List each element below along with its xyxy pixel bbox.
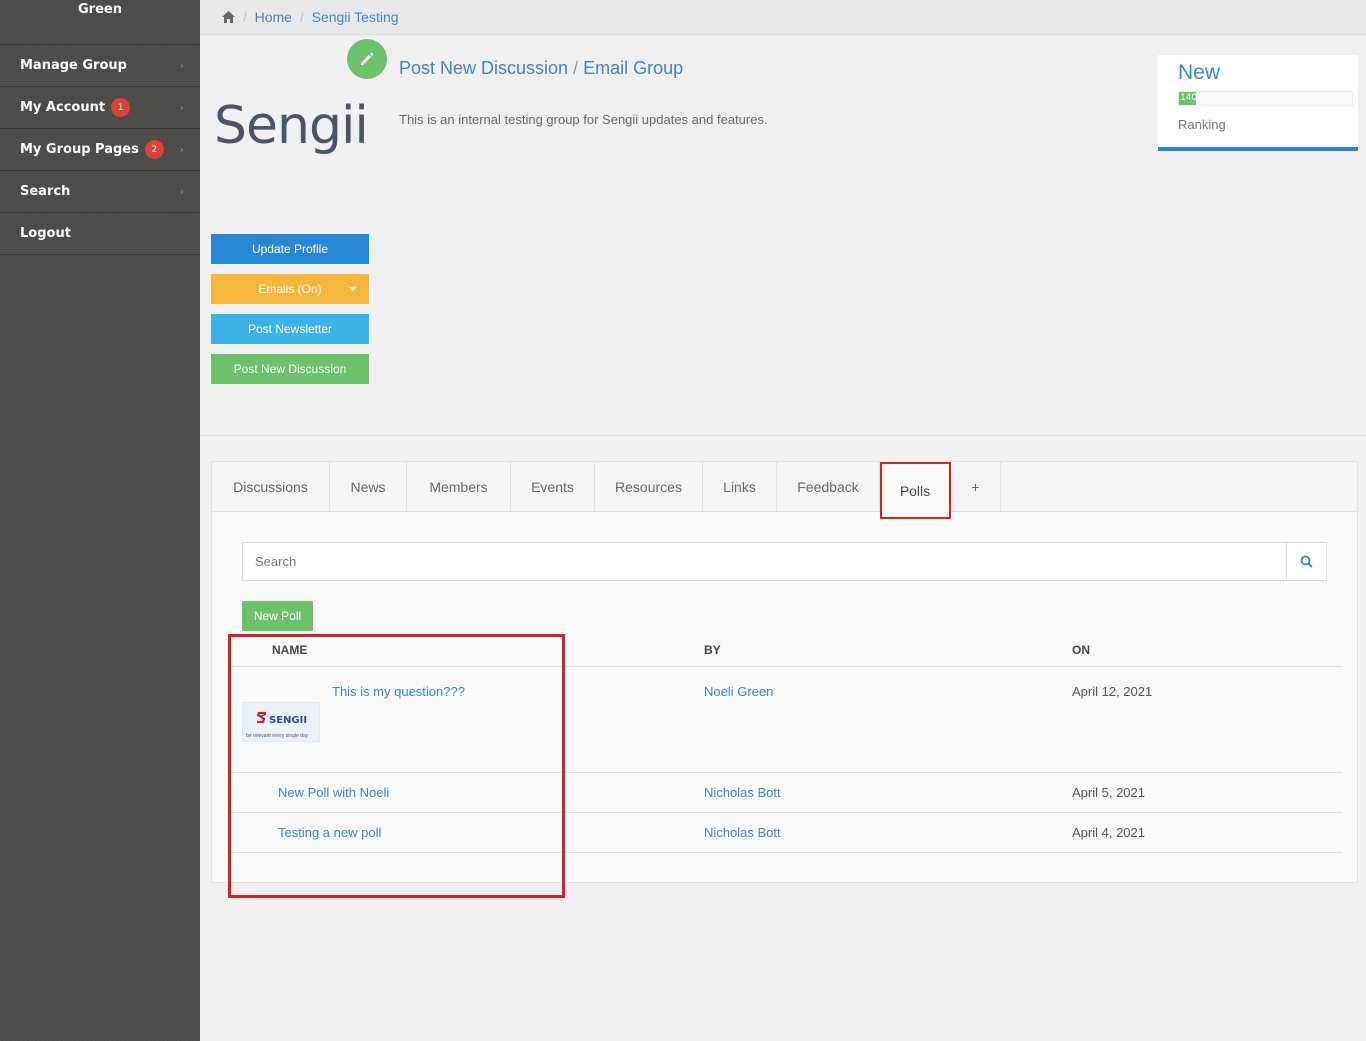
poll-name-link[interactable]: Testing a new poll xyxy=(278,825,381,840)
table-row: New Poll with Noeli Nicholas Bott April … xyxy=(231,772,1342,813)
search-icon xyxy=(1300,555,1313,568)
table-header-row: NAME BY ON xyxy=(231,634,1342,667)
poll-author-link[interactable]: Nicholas Bott xyxy=(704,825,781,840)
poll-date: April 4, 2021 xyxy=(1072,812,1342,853)
tab-polls[interactable]: Polls xyxy=(880,462,951,519)
tab-members[interactable]: Members xyxy=(407,462,511,512)
breadcrumb-current-link[interactable]: Sengii Testing xyxy=(312,9,399,25)
post-discussion-link[interactable]: Post New Discussion xyxy=(399,58,568,78)
update-profile-button[interactable]: Update Profile xyxy=(211,234,369,264)
emails-dropdown-button[interactable]: Emails (On) xyxy=(211,274,369,304)
tab-discussions[interactable]: Discussions xyxy=(212,462,330,512)
chevron-right-icon: › xyxy=(179,185,184,198)
poll-name-link[interactable]: This is my question??? xyxy=(332,684,465,699)
ranking-status: New xyxy=(1178,61,1221,84)
page-title: Post New Discussion / Email Group xyxy=(399,58,683,79)
poll-date: April 12, 2021 xyxy=(1072,666,1342,773)
content-panel: Discussions News Members Events Resource… xyxy=(211,461,1358,883)
tab-bar: Discussions News Members Events Resource… xyxy=(212,462,1357,519)
tab-add[interactable]: + xyxy=(951,462,1001,512)
tab-events[interactable]: Events xyxy=(511,462,595,512)
breadcrumb-separator: / xyxy=(299,9,304,25)
ranking-progress-bar: 140 xyxy=(1178,91,1353,106)
column-header-on: ON xyxy=(1072,634,1342,667)
poll-author-link[interactable]: Noeli Green xyxy=(704,684,773,699)
table-row: Testing a new poll Nicholas Bott April 4… xyxy=(231,812,1342,853)
search-bar xyxy=(242,542,1327,581)
logo-text: Sengii xyxy=(214,96,369,156)
group-header: Post New Discussion / Email Group This i… xyxy=(200,36,1366,436)
action-buttons: Update Profile Emails (On) Post Newslett… xyxy=(211,234,369,394)
sidebar: Green Manage Group › My Account 1 › My G… xyxy=(0,0,200,1041)
poll-name-link[interactable]: New Poll with Noeli xyxy=(278,785,389,800)
chevron-right-icon: › xyxy=(179,143,184,156)
table-row: SENGII be relevant every single day This… xyxy=(231,666,1342,773)
notification-badge: 2 xyxy=(144,140,164,159)
poll-date: April 5, 2021 xyxy=(1072,772,1342,813)
sidebar-item-label: Manage Group xyxy=(20,58,127,73)
search-button[interactable] xyxy=(1286,543,1326,580)
tab-news[interactable]: News xyxy=(330,462,407,512)
sidebar-item-label: My Account xyxy=(20,100,106,115)
poll-thumbnail: SENGII be relevant every single day xyxy=(242,701,320,742)
new-poll-button[interactable]: New Poll xyxy=(242,601,313,631)
title-separator: / xyxy=(568,58,584,78)
post-newsletter-button[interactable]: Post Newsletter xyxy=(211,314,369,344)
post-new-discussion-button[interactable]: Post New Discussion xyxy=(211,354,369,384)
tab-feedback[interactable]: Feedback xyxy=(777,462,880,512)
column-header-by: BY xyxy=(704,634,1072,667)
sidebar-item-my-group-pages[interactable]: My Group Pages 2 › xyxy=(0,129,200,171)
breadcrumb-home-link[interactable]: Home xyxy=(255,9,292,25)
sidebar-item-logout[interactable]: Logout xyxy=(0,213,200,255)
sengii-logo-icon xyxy=(256,711,267,723)
chevron-right-icon: › xyxy=(179,59,184,72)
sidebar-item-my-account[interactable]: My Account 1 › xyxy=(0,87,200,129)
column-header-name: NAME xyxy=(231,634,704,667)
sidebar-item-manage-group[interactable]: Manage Group › xyxy=(0,45,200,87)
group-logo: Sengii xyxy=(214,96,369,156)
pencil-icon[interactable] xyxy=(347,39,387,79)
ranking-progress-fill: 140 xyxy=(1179,92,1197,105)
sidebar-item-search[interactable]: Search › xyxy=(0,171,200,213)
ranking-label: Ranking xyxy=(1178,117,1226,132)
group-description: This is an internal testing group for Se… xyxy=(399,112,768,127)
tab-links[interactable]: Links xyxy=(703,462,777,512)
polls-table: NAME BY ON SENGII be relevant every sing… xyxy=(231,634,1342,853)
notification-badge: 1 xyxy=(111,98,131,117)
sidebar-item-label: My Group Pages xyxy=(20,142,139,157)
breadcrumb-separator: / xyxy=(243,9,247,25)
sidebar-item-label: Search xyxy=(20,184,71,199)
ranking-card: New 140 Ranking xyxy=(1158,55,1358,151)
sidebar-item-label: Logout xyxy=(20,226,71,241)
search-input[interactable] xyxy=(243,543,1286,580)
email-group-link[interactable]: Email Group xyxy=(583,58,683,78)
breadcrumb: / Home / Sengii Testing xyxy=(200,0,1366,35)
caret-down-icon xyxy=(349,287,357,291)
tab-resources[interactable]: Resources xyxy=(595,462,703,512)
sidebar-user-name: Green xyxy=(0,0,200,45)
home-icon[interactable] xyxy=(222,11,235,23)
emails-label: Emails (On) xyxy=(258,282,322,296)
poll-author-link[interactable]: Nicholas Bott xyxy=(704,785,781,800)
chevron-right-icon: › xyxy=(179,101,184,114)
thumbnail-title: SENGII xyxy=(269,714,308,726)
thumbnail-tagline: be relevant every single day xyxy=(246,732,309,739)
